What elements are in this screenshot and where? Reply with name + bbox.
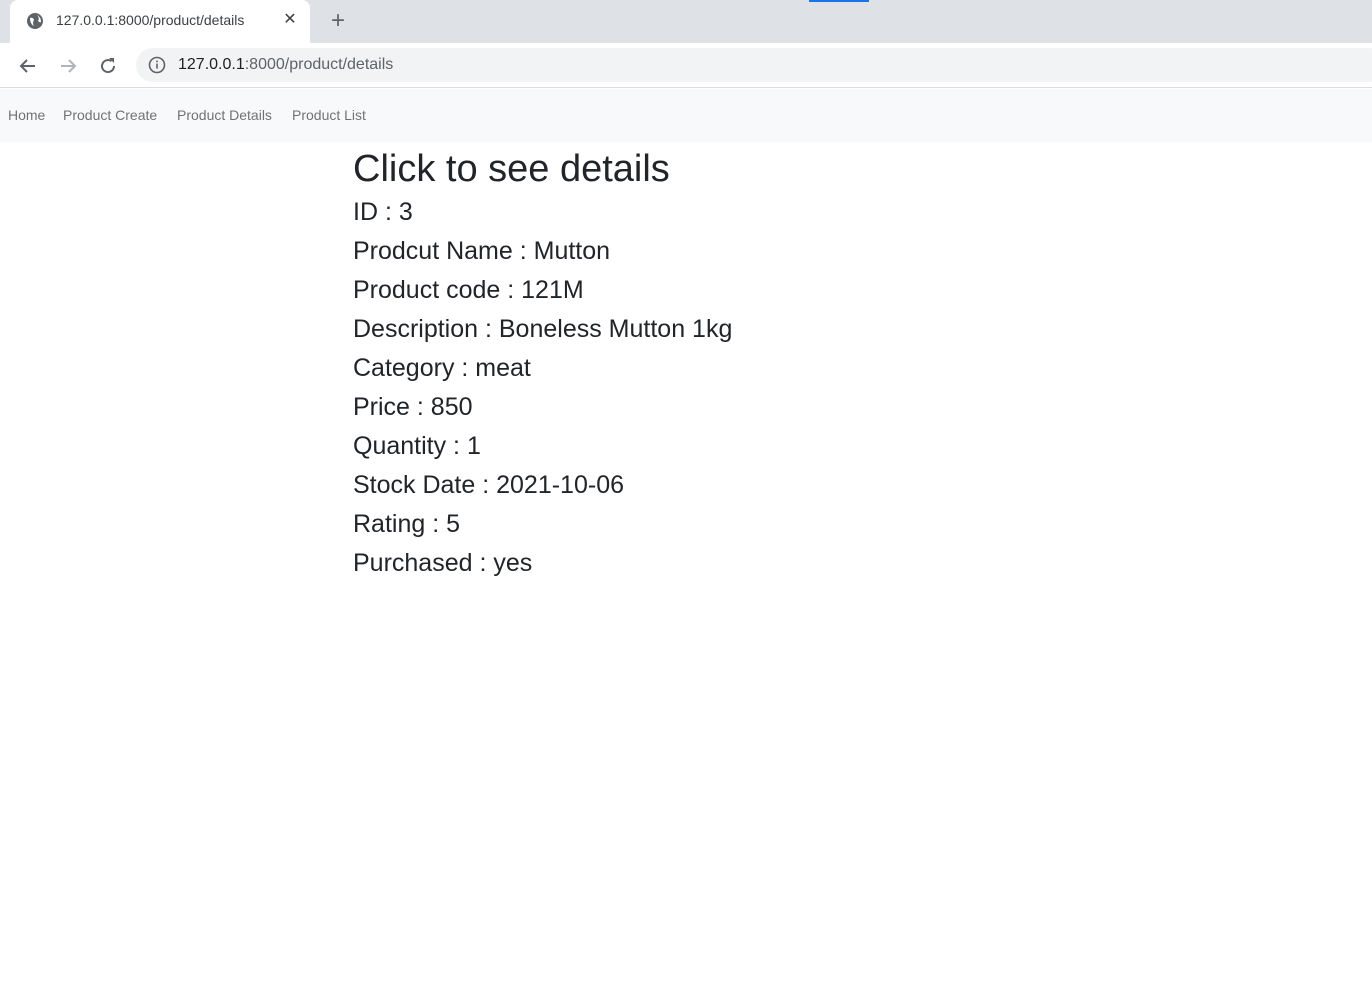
url-host: 127.0.0.1 [178,56,245,73]
reload-button[interactable] [93,51,123,81]
browser-tabstrip: 127.0.0.1:8000/product/details ✕ + [0,0,1372,43]
detail-purchased: Purchased : yes [353,549,533,577]
detail-price: Price : 850 [353,393,473,421]
back-button[interactable] [13,51,43,81]
detail-description: Description : Boneless Mutton 1kg [353,315,733,343]
detail-product-code: Product code : 121M [353,276,584,304]
page-title: Click to see details [353,148,670,190]
info-icon[interactable] [148,56,166,74]
detail-category: Category : meat [353,354,531,382]
forward-button[interactable] [53,51,83,81]
nav-link-product-list[interactable]: Product List [292,107,366,123]
new-tab-button[interactable]: + [324,8,352,36]
tab-title: 127.0.0.1:8000/product/details [56,12,245,28]
detail-id: ID : 3 [353,198,413,226]
arrow-right-icon [61,59,77,73]
detail-rating: Rating : 5 [353,510,461,538]
url-text: 127.0.0.1:8000/product/details [178,56,393,74]
detail-quantity: Quantity : 1 [353,432,481,460]
nav-link-product-details[interactable]: Product Details [177,107,272,123]
close-icon[interactable]: ✕ [280,10,300,30]
globe-icon [26,12,44,30]
address-bar[interactable]: 127.0.0.1:8000/product/details [136,48,1372,82]
reload-icon [101,58,116,74]
url-path: :8000/product/details [244,56,394,73]
detail-stock-date: Stock Date : 2021-10-06 [353,471,624,499]
site-navbar: Home Product Create Product Details Prod… [0,89,1372,142]
browser-toolbar: 127.0.0.1:8000/product/details [0,43,1372,88]
tab-indicator [809,0,869,2]
product-details-panel: Click to see details ID : 3 Prodcut Name… [353,143,1253,583]
detail-product-name: Prodcut Name : Mutton [353,237,611,265]
arrow-left-icon [19,59,35,73]
browser-tab[interactable]: 127.0.0.1:8000/product/details ✕ [10,0,310,43]
nav-link-product-create[interactable]: Product Create [63,107,157,123]
nav-link-home[interactable]: Home [8,107,45,123]
